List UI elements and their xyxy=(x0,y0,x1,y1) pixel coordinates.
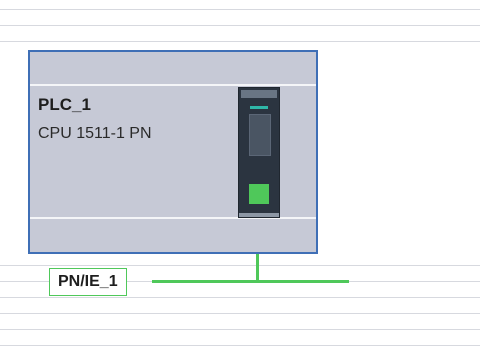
grid-line xyxy=(0,345,480,346)
grid-line xyxy=(0,41,480,42)
grid-line xyxy=(0,9,480,10)
cpu-bottom-cover xyxy=(239,213,279,217)
grid-line xyxy=(0,265,480,266)
device-separator xyxy=(30,84,316,86)
cpu-display xyxy=(249,114,271,156)
grid-line xyxy=(0,329,480,330)
cpu-module-icon[interactable] xyxy=(238,87,280,218)
grid-line xyxy=(0,297,480,298)
grid-line xyxy=(0,313,480,314)
subnet-label[interactable]: PN/IE_1 xyxy=(49,268,127,296)
cpu-status-stripe xyxy=(250,106,268,109)
cpu-top-cover xyxy=(241,90,277,98)
network-view-canvas[interactable]: PLC_1 CPU 1511-1 PN PN/IE_1 xyxy=(0,0,480,349)
device-type: CPU 1511-1 PN xyxy=(38,125,152,142)
grid-line xyxy=(0,25,480,26)
device-name: PLC_1 xyxy=(38,95,91,114)
profinet-port-icon[interactable] xyxy=(249,184,269,204)
network-subnet-line[interactable] xyxy=(152,280,349,283)
plc-device-box[interactable]: PLC_1 CPU 1511-1 PN xyxy=(28,50,318,254)
